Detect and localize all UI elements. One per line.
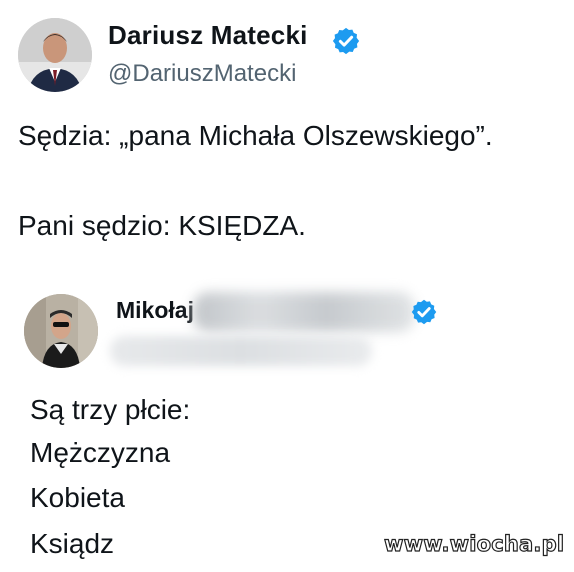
quoted-text-line: Mężczyzna	[30, 437, 171, 468]
quoted-text-line: Są trzy płcie:	[30, 394, 191, 425]
verified-badge-icon	[411, 299, 437, 325]
blurred-name-redaction	[193, 292, 415, 332]
tweet-text-line: Sędzia: „pana Michała Olszewskiego”.	[18, 120, 493, 151]
blurred-handle-redaction	[110, 336, 372, 366]
tweet-text-line: Pani sędzio: KSIĘDZA.	[18, 210, 306, 241]
quoted-author-avatar[interactable]	[24, 294, 98, 368]
quoted-text-line: Kobieta	[30, 482, 125, 513]
quoted-text-line: Ksiądz	[30, 528, 115, 559]
site-watermark: www.wiocha.pl	[383, 531, 565, 556]
author-handle[interactable]: @DariuszMatecki	[108, 60, 296, 88]
quoted-author-name[interactable]: Mikołaj	[116, 297, 194, 324]
avatar-photo	[24, 294, 98, 368]
verified-badge-icon	[332, 27, 360, 55]
author-name[interactable]: Dariusz Matecki	[108, 20, 308, 51]
author-avatar[interactable]	[18, 18, 92, 92]
avatar-photo	[18, 18, 92, 92]
